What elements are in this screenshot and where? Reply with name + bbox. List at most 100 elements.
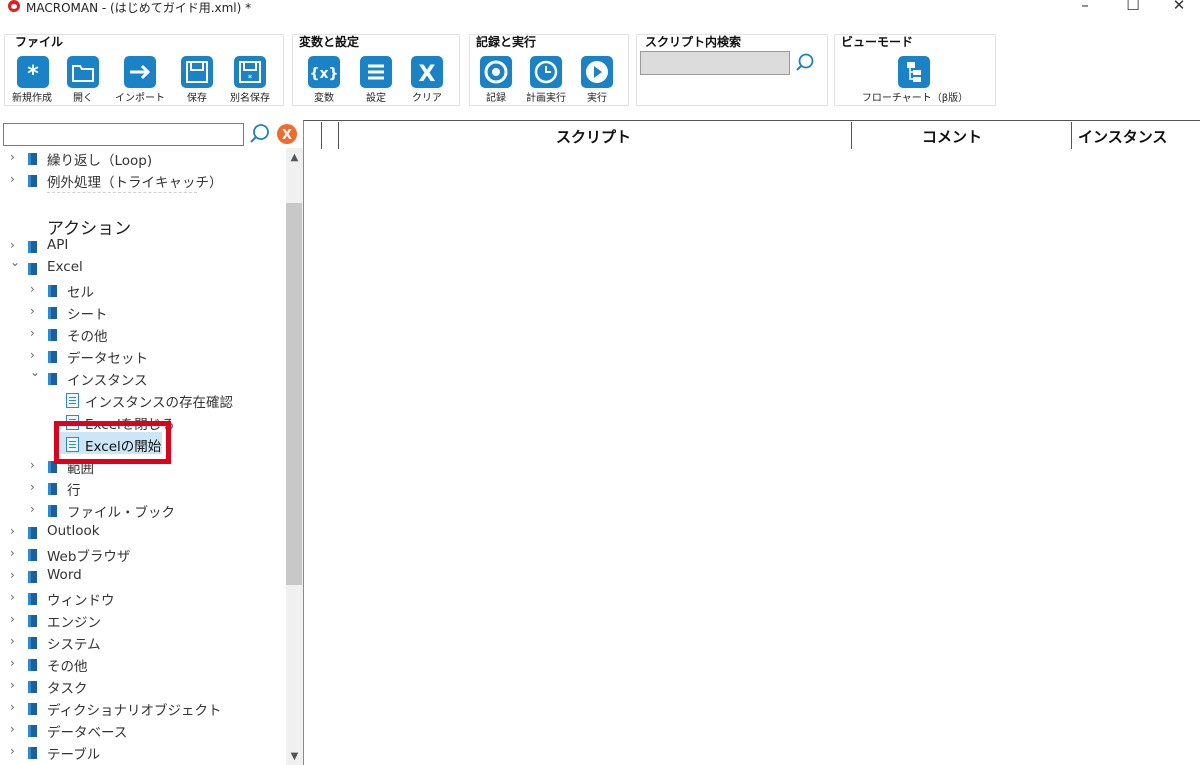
column-separator[interactable]	[338, 122, 339, 149]
column-separator[interactable]	[321, 122, 322, 149]
tree-action-item[interactable]: インスタンスの存在確認	[50, 391, 280, 411]
tree-item-label: データセット	[67, 351, 148, 367]
book-icon	[28, 615, 37, 627]
tree-item-label: 例外処理（トライキャッチ）	[47, 175, 223, 191]
tree-folder-item[interactable]: › Webブラウザ	[10, 545, 280, 565]
chevron-right-icon[interactable]: ›	[10, 722, 20, 736]
chevron-right-icon[interactable]: ›	[30, 458, 40, 472]
column-header-instance[interactable]: インスタンス	[1078, 126, 1167, 147]
tree-folder-item[interactable]: › 例外処理（トライキャッチ）	[10, 171, 280, 191]
tree-folder-item[interactable]: › テーブル	[10, 743, 280, 763]
chevron-down-icon[interactable]: ⌄	[10, 255, 20, 269]
tree-folder-item[interactable]: › データセット	[30, 347, 280, 367]
clock-icon	[530, 56, 562, 88]
chevron-right-icon[interactable]: ›	[30, 304, 40, 318]
chevron-right-icon[interactable]: ›	[10, 172, 20, 186]
tree-folder-item[interactable]: › Outlook	[10, 523, 280, 543]
script-search-input[interactable]	[640, 51, 790, 75]
tree-folder-item[interactable]: › Word	[10, 567, 280, 587]
tree-scrollbar-thumb[interactable]	[286, 203, 302, 585]
column-header-comment[interactable]: コメント	[922, 126, 982, 147]
chevron-right-icon[interactable]: ›	[10, 546, 20, 560]
view-mode-title: ビューモード	[841, 35, 914, 49]
chevron-right-icon[interactable]: ›	[10, 568, 20, 582]
chevron-right-icon[interactable]: ›	[30, 480, 40, 494]
minimize-button[interactable]: –	[1062, 0, 1108, 15]
chevron-right-icon[interactable]: ›	[10, 678, 20, 692]
action-search-icon[interactable]	[248, 122, 272, 146]
tree-folder-item[interactable]: › API	[10, 237, 280, 257]
tree-folder-item[interactable]: › ディクショナリオブジェクト	[10, 699, 280, 719]
column-header-script[interactable]: スクリプト	[556, 126, 631, 147]
save-icon	[181, 56, 213, 88]
chevron-right-icon[interactable]: ›	[10, 656, 20, 670]
book-icon	[28, 681, 37, 693]
book-icon	[28, 571, 37, 583]
chevron-right-icon[interactable]: ›	[30, 326, 40, 340]
tree-item-label: ディクショナリオブジェクト	[47, 703, 222, 719]
chevron-right-icon[interactable]: ›	[10, 744, 20, 758]
tree-folder-item[interactable]: › シート	[30, 303, 280, 323]
record-group-title: 記録と実行	[476, 35, 537, 49]
book-icon	[28, 241, 37, 253]
chevron-right-icon[interactable]: ›	[10, 150, 20, 164]
tree-item-label: インスタンスの存在確認	[85, 395, 233, 411]
script-area[interactable]	[303, 120, 1200, 765]
settings-list-icon	[360, 56, 392, 88]
chevron-right-icon[interactable]: ›	[10, 524, 20, 538]
maximize-button[interactable]: ☐	[1110, 0, 1156, 15]
tree-folder-item[interactable]: › エンジン	[10, 611, 280, 631]
chevron-right-icon[interactable]: ›	[10, 238, 20, 252]
chevron-right-icon[interactable]: ›	[10, 634, 20, 648]
chevron-right-icon[interactable]: ›	[30, 502, 40, 516]
script-search-title: スクリプト内検索	[645, 35, 742, 49]
file-group-title: ファイル	[15, 35, 64, 49]
book-icon	[48, 351, 57, 363]
tree-folder-item[interactable]: › その他	[30, 325, 280, 345]
chevron-right-icon[interactable]: ›	[30, 282, 40, 296]
tree-folder-item[interactable]: › タスク	[10, 677, 280, 697]
scroll-down-icon[interactable]: ▼	[286, 748, 303, 765]
book-icon	[28, 549, 37, 561]
save-label: 保存	[187, 93, 207, 104]
title-bar: MACROMAN - (はじめてガイド用.xml) * – ☐ ✕	[0, 0, 1200, 15]
variables-label: 変数	[314, 93, 334, 104]
chevron-right-icon[interactable]: ›	[10, 700, 20, 714]
tree-item-label: テーブル	[47, 747, 101, 763]
tree-folder-item[interactable]: › その他	[10, 655, 280, 675]
close-button[interactable]: ✕	[1156, 0, 1200, 15]
scroll-up-icon[interactable]: ▲	[286, 149, 303, 166]
chevron-right-icon[interactable]: ›	[10, 612, 20, 626]
settings-label: 設定	[366, 93, 386, 104]
book-icon	[28, 527, 37, 539]
column-separator[interactable]	[851, 122, 852, 149]
tree-folder-item[interactable]: › ファイル・ブック	[30, 501, 280, 521]
chevron-right-icon[interactable]: ›	[10, 590, 20, 604]
play-icon	[581, 56, 613, 88]
action-search-input[interactable]	[3, 123, 244, 146]
new-icon: *	[17, 56, 49, 88]
tree-folder-item[interactable]: › ウィンドウ	[10, 589, 280, 609]
chevron-down-icon[interactable]: ⌄	[30, 365, 40, 379]
book-icon	[28, 153, 37, 165]
folder-icon	[67, 56, 99, 88]
chevron-right-icon[interactable]: ›	[30, 348, 40, 362]
import-label: インポート	[115, 93, 165, 104]
clear-search-icon[interactable]: X	[277, 124, 297, 144]
tree-folder-item[interactable]: › 行	[30, 479, 280, 499]
tree-item-label: 繰り返し（Loop)	[47, 153, 153, 169]
clear-x-icon: X	[411, 56, 443, 88]
tree-separator	[47, 192, 197, 193]
column-separator[interactable]	[1071, 122, 1072, 149]
script-search-icon[interactable]	[794, 51, 818, 75]
tree-folder-item[interactable]: › セル	[30, 281, 280, 301]
tree-item-label: Webブラウザ	[47, 549, 131, 565]
svg-text:X: X	[282, 128, 292, 143]
tree-folder-item[interactable]: ⌄ インスタンス	[30, 365, 280, 389]
tree-folder-item[interactable]: ⌄ Excel	[10, 255, 280, 279]
tree-folder-item[interactable]: › データベース	[10, 721, 280, 741]
tree-folder-item[interactable]: › 繰り返し（Loop)	[10, 149, 280, 169]
svg-text:*: *	[27, 62, 39, 87]
tree-folder-item[interactable]: › システム	[10, 633, 280, 653]
tree-item-label: エンジン	[47, 615, 101, 631]
